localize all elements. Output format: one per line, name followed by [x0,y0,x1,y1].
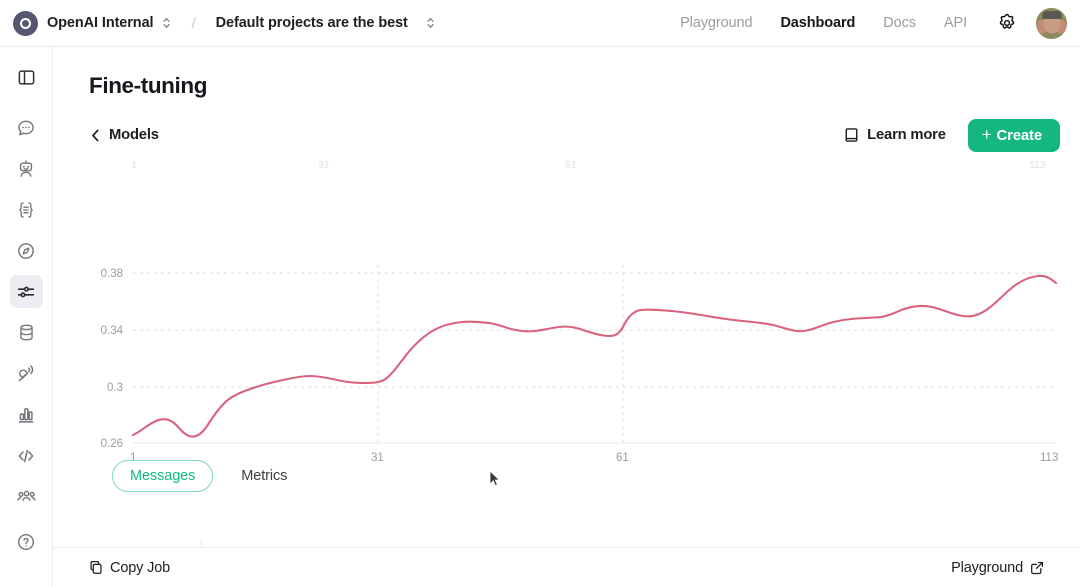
help-question-icon [16,532,36,552]
sidebar-item-fine-tuning[interactable] [9,275,43,308]
xtick-label: 31 [371,452,384,464]
sub-header-actions: Learn more + Create [844,118,1060,152]
breadcrumb: OpenAI Internal / Default projects are t… [0,10,435,36]
sidebar-item-chat[interactable] [10,111,43,144]
detail-tabs: Messages Metrics [112,460,305,492]
sidebar-item-realtime[interactable] [10,357,43,390]
chart-gridlines [133,272,1056,388]
chat-bubble-icon [16,118,36,138]
metrics-chart: 1 31 61 113 0.38 0.34 0.3 0.26 1 31 61 1… [53,155,1080,470]
sidebar-item-code[interactable] [10,439,43,472]
sidebar [0,47,53,587]
chart-svg: 0.38 0.34 0.3 0.26 1 31 61 113 [101,265,1058,464]
sidebar-item-assistants[interactable] [10,152,43,185]
chevron-updown-icon[interactable] [162,16,171,30]
ytick-label: 0.3 [107,382,123,394]
playground-link-label: Playground [951,559,1023,576]
create-button[interactable]: + Create [967,118,1060,152]
copy-job-label: Copy Job [110,559,171,576]
playground-link[interactable]: Playground [951,560,1044,576]
footer-bar: Copy Job Playground [53,547,1080,587]
project-name: Default projects are the best [215,15,408,31]
avatar[interactable] [1036,7,1067,39]
chart-line [131,274,1058,438]
back-to-models-link[interactable]: Models [89,127,159,143]
sub-header: Models Learn more + Create [89,118,1060,152]
users-group-icon [16,486,37,507]
gear-icon[interactable] [981,7,1027,39]
tab-metrics[interactable]: Metrics [223,460,305,492]
app-root: OpenAI Internal / Default projects are t… [0,0,1080,587]
realtime-signal-icon [16,364,36,384]
back-link-label: Models [109,127,159,143]
bar-chart-usage-icon [16,405,36,425]
chart-vgridlines [377,265,624,443]
plus-icon: + [981,125,992,144]
copy-job-button[interactable]: Copy Job [89,560,170,576]
org-name: OpenAI Internal [47,15,154,31]
nav-item-api[interactable]: API [930,9,981,37]
learn-more-label: Learn more [867,127,946,143]
sidebar-toggle-icon[interactable] [10,61,43,94]
xtick-label: 61 [616,452,629,464]
page-title: Fine-tuning [89,73,208,98]
database-storage-icon [17,323,36,342]
nav-item-playground[interactable]: Playground [666,9,766,37]
ytick-label: 0.38 [101,268,123,280]
top-bar: OpenAI Internal / Default projects are t… [0,0,1080,47]
batches-braces-icon [16,200,36,220]
learn-more-button[interactable]: Learn more [844,127,950,143]
tab-messages[interactable]: Messages [112,460,214,492]
chevron-left-icon [89,128,102,143]
assistants-robot-icon [16,159,36,179]
chart-y-ticks: 0.38 0.34 0.3 0.26 [101,268,124,450]
sidebar-item-help[interactable] [10,525,43,558]
mouse-cursor [489,470,501,487]
book-icon [844,127,859,143]
org-logo-ring [20,17,31,29]
ytick-label: 0.34 [101,325,124,337]
sidebar-item-storage[interactable] [10,316,43,349]
avatar-detail [1042,11,1061,20]
ytick-label: 0.26 [101,438,123,450]
sidebar-item-explore[interactable] [10,234,43,267]
sidebar-item-usage[interactable] [10,398,43,431]
org-logo [13,10,38,36]
nav-item-docs[interactable]: Docs [869,9,930,37]
main-content: Fine-tuning Models Learn more + Create 1… [53,47,1080,587]
copy-icon [89,560,103,575]
chevron-updown-icon[interactable] [426,16,435,30]
nav-item-dashboard[interactable]: Dashboard [766,9,869,37]
sidebar-item-batches[interactable] [10,193,43,226]
create-button-label: Create [996,126,1043,144]
breadcrumb-separator: / [191,14,196,32]
code-brackets-icon [16,446,36,466]
sidebar-item-users[interactable] [10,480,43,513]
compass-explore-icon [16,241,36,261]
top-nav: Playground Dashboard Docs API [666,7,1080,39]
external-link-icon [1030,561,1044,575]
xtick-label: 113 [1040,452,1058,464]
sliders-fine-tuning-icon [16,282,36,302]
